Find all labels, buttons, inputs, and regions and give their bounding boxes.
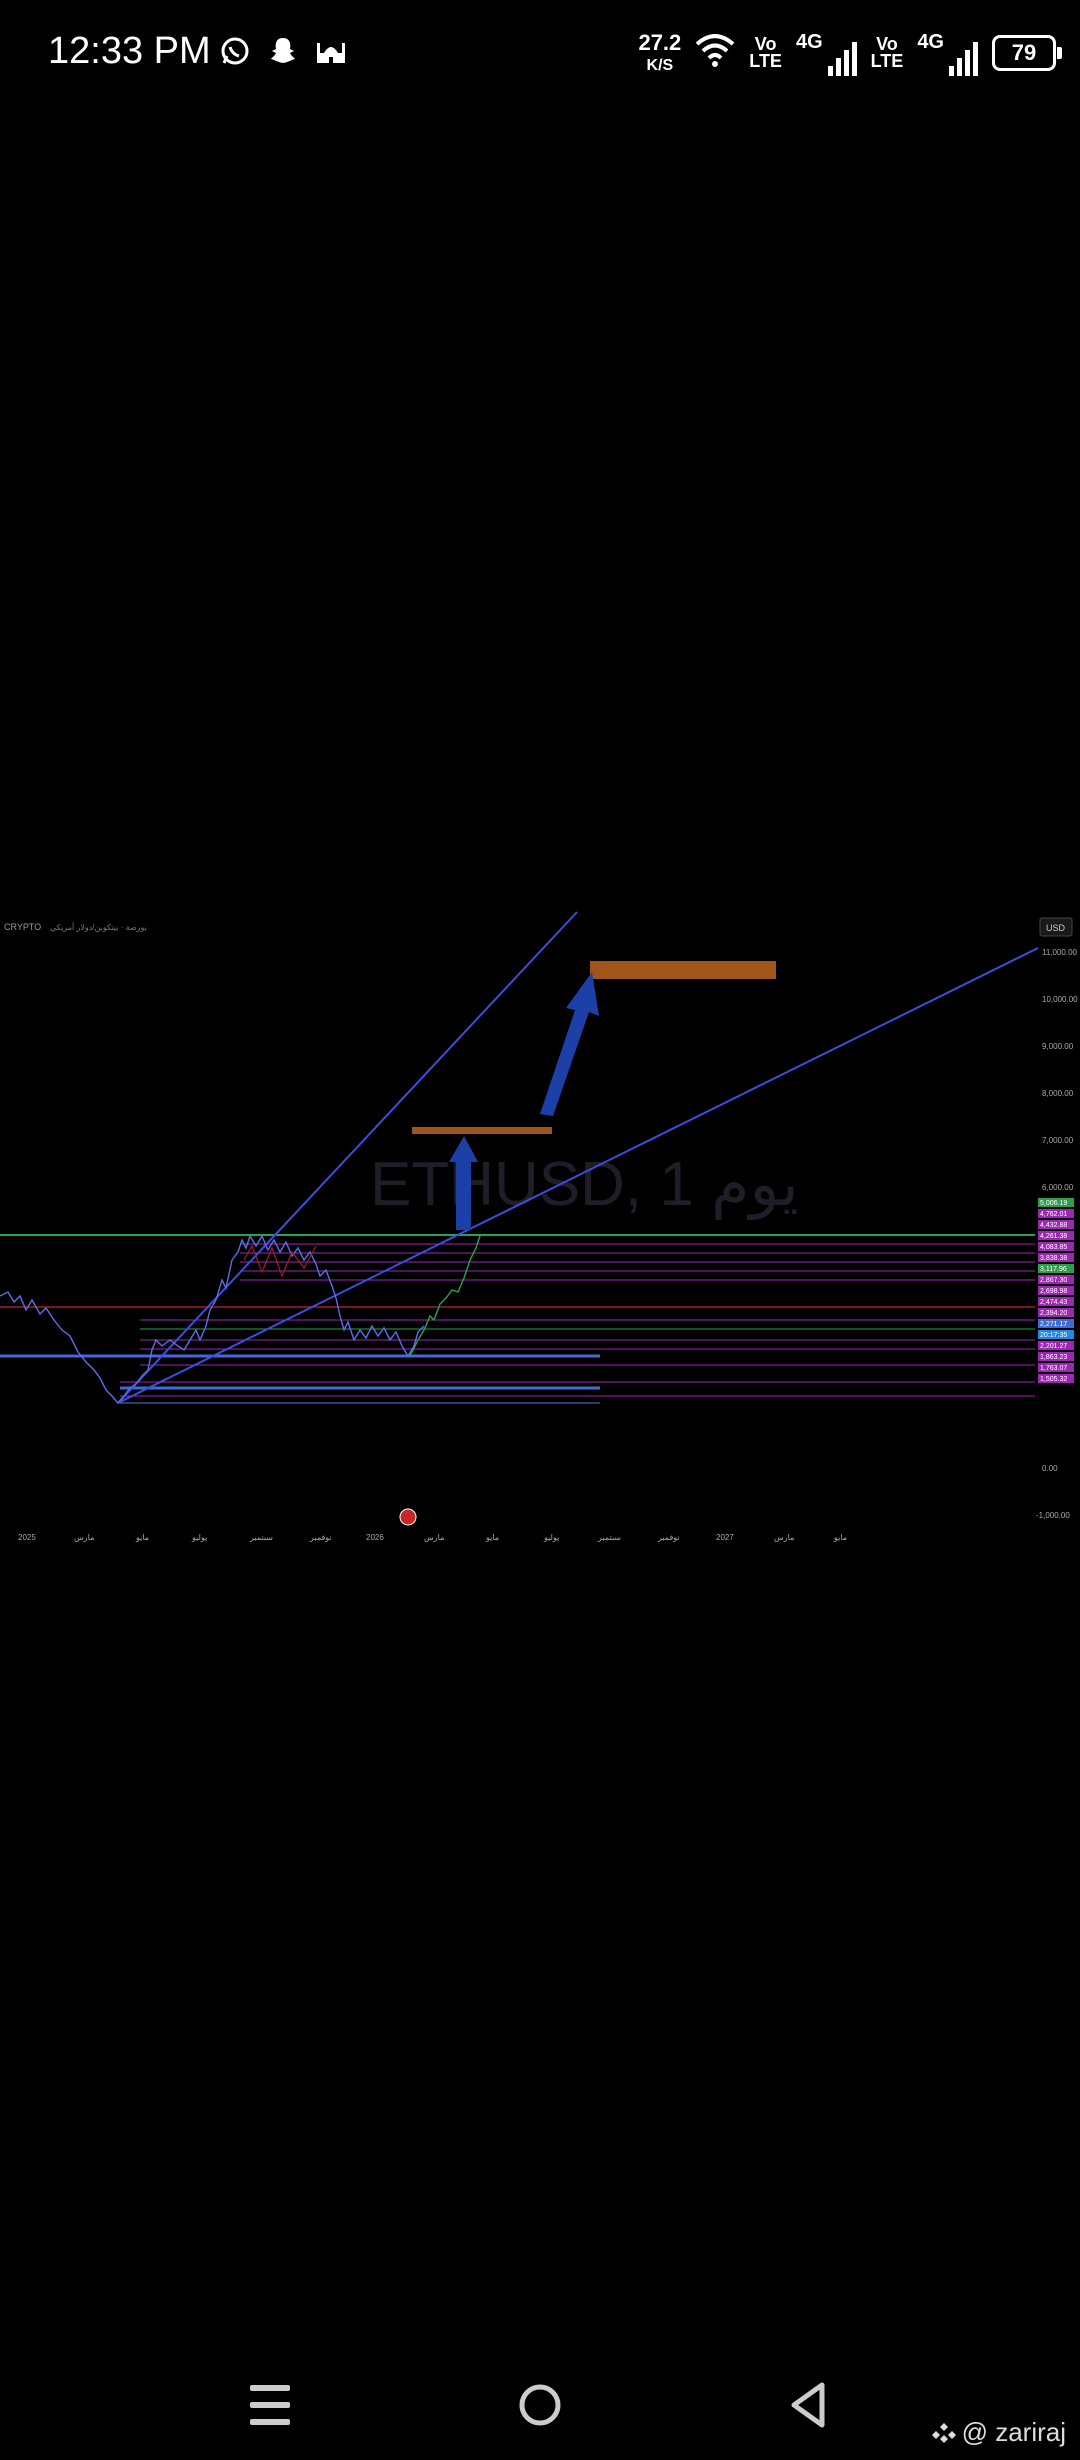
svg-text:4,261.38: 4,261.38	[1040, 1233, 1067, 1240]
svg-text:2,698.98: 2,698.98	[1040, 1288, 1067, 1295]
svg-text:3,117.96: 3,117.96	[1040, 1266, 1067, 1273]
y-tick: 0.00	[1042, 1464, 1058, 1473]
mosque-icon	[314, 34, 348, 68]
sim1-signal: 4G	[796, 31, 857, 76]
home-icon	[519, 2384, 561, 2426]
svg-text:مارس: مارس	[774, 1533, 794, 1542]
chart-header-text: بورصة · بيتكوين/دولار أمريكي	[50, 921, 147, 932]
eth-chart[interactable]: CRYPTO بورصة · بيتكوين/دولار أمريكي USD …	[0, 900, 1080, 1570]
creator-watermark: @ zariraj	[931, 2417, 1066, 2448]
svg-text:مايو: مايو	[833, 1533, 847, 1542]
svg-text:4,762.01: 4,762.01	[1040, 1211, 1067, 1218]
back-icon	[791, 2382, 825, 2428]
svg-text:نوفمبر: نوفمبر	[657, 1533, 680, 1542]
y-tick: 11,000.00	[1042, 948, 1078, 957]
y-tick: 9,000.00	[1042, 1042, 1074, 1051]
svg-text:4,083.85: 4,083.85	[1040, 1244, 1067, 1251]
menu-button[interactable]	[230, 2375, 310, 2435]
sim2-volte: Vo LTE	[870, 33, 904, 71]
chart-canvas[interactable]: CRYPTO بورصة · بيتكوين/دولار أمريكي USD …	[0, 900, 1080, 1570]
svg-text:2027: 2027	[716, 1533, 734, 1542]
battery-indicator: 79	[992, 35, 1062, 71]
svg-text:2,867.30: 2,867.30	[1040, 1277, 1067, 1284]
svg-text:2026: 2026	[366, 1533, 384, 1542]
svg-text:سبتمبر: سبتمبر	[597, 1533, 621, 1542]
svg-text:4,432.88: 4,432.88	[1040, 1222, 1067, 1229]
svg-text:مارس: مارس	[74, 1533, 94, 1542]
snapchat-icon	[266, 34, 300, 68]
up-arrow-2	[540, 972, 599, 1116]
chart-symbol: CRYPTO	[4, 922, 41, 932]
y-tick: 7,000.00	[1042, 1136, 1074, 1145]
svg-text:سبتمبر: سبتمبر	[249, 1533, 273, 1542]
menu-icon	[250, 2385, 290, 2425]
svg-text:2,201.27: 2,201.27	[1040, 1343, 1067, 1350]
wifi-icon	[695, 33, 735, 73]
svg-text:2,271.17: 2,271.17	[1040, 1321, 1067, 1328]
y-tick: -1,000.00	[1036, 1511, 1070, 1520]
svg-text:يوليو: يوليو	[191, 1533, 207, 1542]
horizontal-levels	[0, 1234, 1035, 1404]
back-button[interactable]	[770, 2375, 850, 2435]
system-indicators: 27.2 K/S Vo LTE 4G Vo LTE 4G 79	[638, 28, 1062, 78]
svg-text:3,838.38: 3,838.38	[1040, 1255, 1067, 1262]
x-axis: 2025 مارس مايو يوليو سبتمبر نوفمبر 2026 …	[18, 1533, 847, 1542]
svg-text:يوليو: يوليو	[543, 1533, 559, 1542]
svg-text:1,863.23: 1,863.23	[1040, 1354, 1067, 1361]
network-speed: 27.2 K/S	[638, 30, 682, 74]
clock: 12:33 PM	[48, 30, 211, 72]
chart-watermark-title: ETHUSD, 1 يوم	[370, 1150, 799, 1221]
price-label-badges: 5,006.19 4,762.01 4,432.88 4,261.38 4,08…	[1038, 1198, 1074, 1383]
whatsapp-icon	[218, 34, 252, 68]
signal-bars-icon	[827, 41, 857, 76]
svg-text:مايو: مايو	[135, 1533, 149, 1542]
binance-icon	[931, 2422, 956, 2443]
sim2-signal: 4G	[917, 31, 978, 76]
status-bar: 12:33 PM 27.2 K/S Vo LTE 4G Vo LTE 4G 79	[0, 0, 1080, 110]
svg-text:نوفمبر: نوفمبر	[309, 1533, 332, 1542]
tradingview-logo-icon	[399, 1508, 417, 1526]
svg-text:2,394.20: 2,394.20	[1040, 1310, 1067, 1317]
svg-text:مايو: مايو	[485, 1533, 499, 1542]
svg-text:2025: 2025	[18, 1533, 36, 1542]
svg-text:مارس: مارس	[424, 1533, 444, 1542]
y-tick: 10,000.00	[1042, 995, 1078, 1004]
svg-text:20:17:35: 20:17:35	[1040, 1332, 1067, 1339]
home-button[interactable]	[500, 2375, 580, 2435]
currency-button-label: USD	[1046, 923, 1066, 933]
y-tick: 8,000.00	[1042, 1089, 1074, 1098]
target-box-2	[590, 961, 776, 979]
svg-text:5,006.19: 5,006.19	[1040, 1200, 1067, 1207]
svg-text:1,763.07: 1,763.07	[1040, 1365, 1067, 1372]
target-box-1	[412, 1127, 552, 1134]
sim1-volte: Vo LTE	[749, 33, 782, 71]
signal-bars-icon	[949, 41, 978, 76]
notification-icons	[218, 34, 348, 68]
y-tick: 6,000.00	[1042, 1183, 1074, 1192]
svg-text:1,505.32: 1,505.32	[1040, 1376, 1067, 1383]
svg-text:2,474.43: 2,474.43	[1040, 1299, 1067, 1306]
